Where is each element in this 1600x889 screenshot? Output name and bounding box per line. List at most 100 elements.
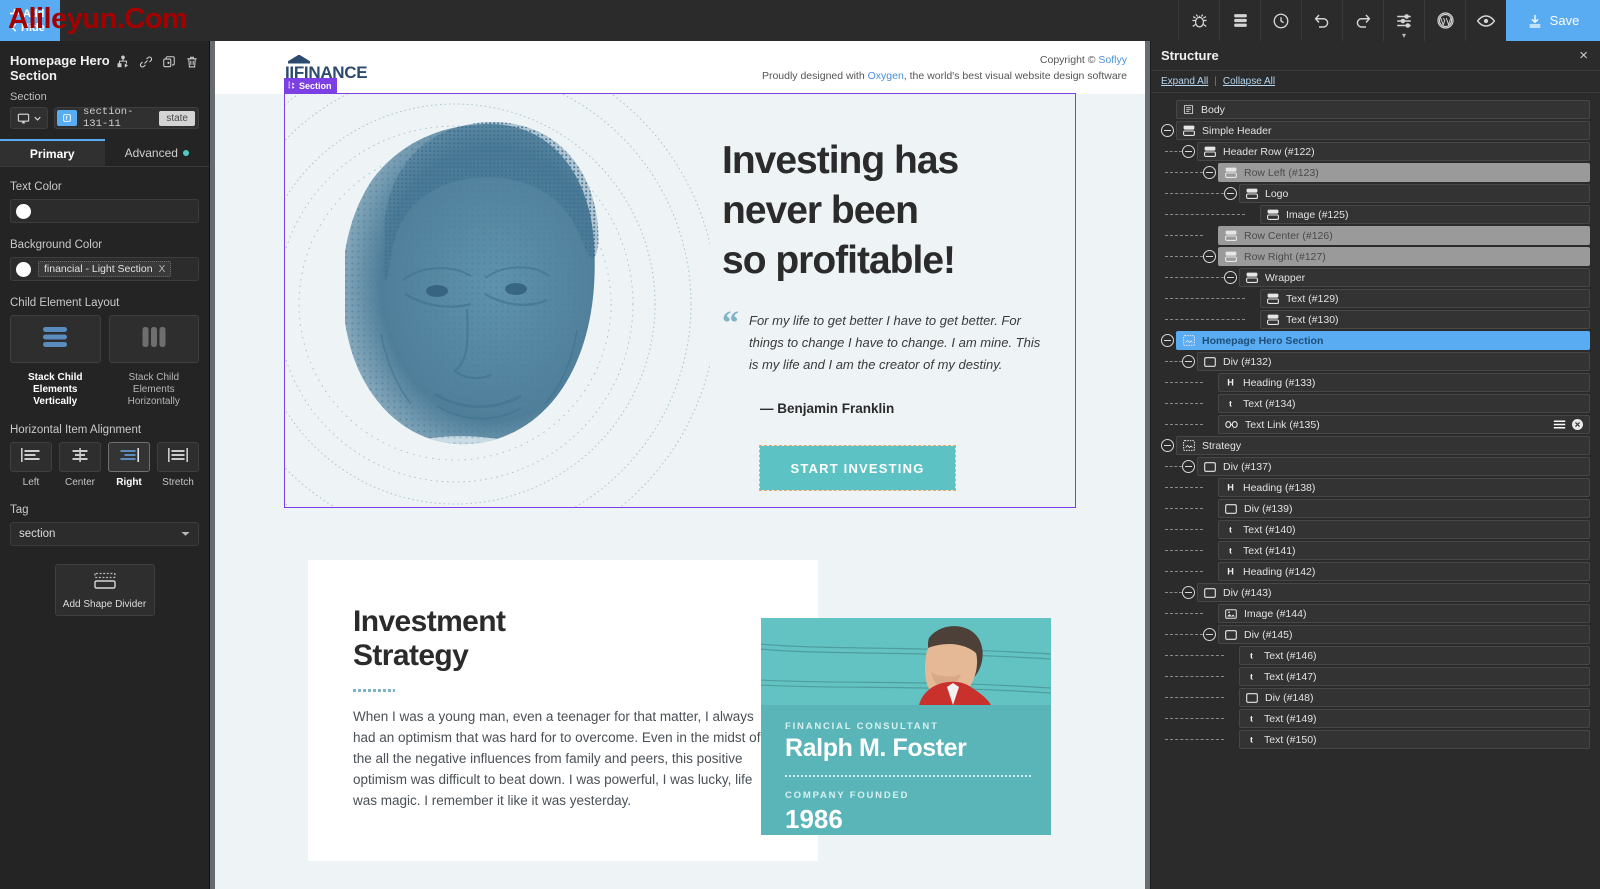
structure-tree-row[interactable]: Div (#143) [1161, 582, 1590, 603]
close-icon[interactable] [1572, 419, 1583, 430]
structure-tree-row[interactable]: Wrapper [1161, 267, 1590, 288]
structure-icon[interactable] [1219, 0, 1260, 41]
sitemap-icon[interactable] [116, 55, 130, 74]
structure-tree-row[interactable]: H Heading (#142) [1161, 561, 1590, 582]
structure-tree-item[interactable]: Strategy [1176, 436, 1590, 455]
structure-tree-item[interactable]: t Text (#147) [1239, 667, 1590, 686]
align-right-button[interactable] [108, 442, 150, 472]
tag-select[interactable]: section [10, 522, 199, 546]
align-stretch-button[interactable] [157, 442, 199, 472]
start-investing-button[interactable]: START INVESTING [759, 445, 956, 491]
structure-tree-item[interactable]: Homepage Hero Section [1176, 331, 1590, 350]
structure-tree-row[interactable]: Text (#130) [1161, 309, 1590, 330]
structure-tree-item[interactable]: Div (#148) [1239, 688, 1590, 707]
tab-advanced[interactable]: Advanced [104, 139, 209, 166]
structure-tree-item[interactable]: t Text (#141) [1218, 541, 1590, 560]
collapse-all-link[interactable]: Collapse All [1223, 76, 1275, 87]
remove-token-icon[interactable]: X [159, 264, 166, 275]
structure-tree-row[interactable]: Image (#144) [1161, 603, 1590, 624]
structure-tree-item[interactable]: t Text (#140) [1218, 520, 1590, 539]
stack-vertical-button[interactable] [10, 315, 101, 363]
structure-tree-row[interactable]: t Text (#147) [1161, 666, 1590, 687]
structure-tree-row[interactable]: Div (#148) [1161, 687, 1590, 708]
structure-tree-row[interactable]: Header Row (#122) [1161, 141, 1590, 162]
structure-tree-row[interactable]: t Text (#134) [1161, 393, 1590, 414]
oxygen-link[interactable]: Oxygen [868, 70, 904, 82]
structure-tree-row[interactable]: Strategy [1161, 435, 1590, 456]
structure-tree-item[interactable]: t Text (#134) [1218, 394, 1590, 413]
element-id-field[interactable]: section-131-11 state [54, 106, 199, 130]
collapse-toggle-icon[interactable] [1203, 166, 1216, 179]
structure-tree-item[interactable]: Div (#132) [1197, 352, 1590, 371]
structure-tree-row[interactable]: Text Link (#135) [1161, 414, 1590, 435]
collapse-toggle-icon[interactable] [1203, 628, 1216, 641]
sliders-icon[interactable]: ▾ [1383, 0, 1424, 41]
collapse-toggle-icon[interactable] [1224, 187, 1237, 200]
structure-tree-row[interactable]: Image (#125) [1161, 204, 1590, 225]
structure-tree-item[interactable]: t Text (#150) [1239, 730, 1590, 749]
text-color-swatch[interactable] [16, 203, 31, 219]
structure-tree-row[interactable]: t Text (#140) [1161, 519, 1590, 540]
chevron-down-icon[interactable]: ▾ [1402, 32, 1406, 40]
structure-tree-row[interactable]: Row Right (#127) [1161, 246, 1590, 267]
background-color-swatch[interactable] [16, 261, 31, 277]
site-logo[interactable]: IIFINANCE [285, 54, 368, 81]
structure-tree[interactable]: Body Simple Header Header Row (#122) Row Le… [1151, 93, 1600, 750]
add-button[interactable]: Add [10, 7, 60, 21]
structure-tree-item[interactable]: Row Right (#127) [1218, 247, 1590, 266]
structure-tree-row[interactable]: t Text (#149) [1161, 708, 1590, 729]
structure-tree-item[interactable]: H Heading (#138) [1218, 478, 1590, 497]
structure-tree-item[interactable]: Image (#125) [1260, 205, 1590, 224]
add-hide-group[interactable]: Add Hide [0, 0, 60, 41]
redo-icon[interactable] [1342, 0, 1383, 41]
structure-tree-item[interactable]: Div (#139) [1218, 499, 1590, 518]
structure-tree-row[interactable]: Div (#145) [1161, 624, 1590, 645]
structure-tree-row[interactable]: Body [1161, 99, 1590, 120]
structure-tree-item[interactable]: Text (#130) [1260, 310, 1590, 329]
clock-icon[interactable] [1260, 0, 1301, 41]
page-canvas[interactable]: IIFINANCE Copyright © Soflyy Proudly des… [215, 41, 1145, 889]
canvas-viewport[interactable]: IIFINANCE Copyright © Soflyy Proudly des… [210, 41, 1150, 889]
structure-tree-row[interactable]: Text (#129) [1161, 288, 1590, 309]
wordpress-icon[interactable] [1424, 0, 1465, 41]
structure-tree-item[interactable]: H Heading (#133) [1218, 373, 1590, 392]
stack-horizontal-button[interactable] [108, 315, 199, 363]
save-button[interactable]: Save [1506, 0, 1600, 41]
structure-tree-item[interactable]: t Text (#146) [1239, 646, 1590, 665]
tab-primary[interactable]: Primary [0, 139, 105, 166]
structure-tree-item[interactable]: Logo [1239, 184, 1590, 203]
menu-icon[interactable] [1553, 420, 1566, 429]
structure-tree-item[interactable]: Div (#137) [1197, 457, 1590, 476]
add-shape-divider-button[interactable]: Add Shape Divider [54, 564, 155, 616]
structure-tree-row[interactable]: Div (#137) [1161, 456, 1590, 477]
collapse-toggle-icon[interactable] [1203, 250, 1216, 263]
structure-tree-item[interactable]: Image (#144) [1218, 604, 1590, 623]
collapse-toggle-icon[interactable] [1182, 145, 1195, 158]
undo-icon[interactable] [1301, 0, 1342, 41]
structure-tree-item[interactable]: Row Center (#126) [1218, 226, 1590, 245]
close-icon[interactable]: × [1579, 48, 1588, 63]
structure-tree-item[interactable]: Header Row (#122) [1197, 142, 1590, 161]
structure-tree-item[interactable]: Row Left (#123) [1218, 163, 1590, 182]
eye-icon[interactable] [1465, 0, 1506, 41]
align-left-button[interactable] [10, 442, 52, 472]
structure-tree-row[interactable]: t Text (#150) [1161, 729, 1590, 750]
device-selector[interactable] [10, 107, 48, 129]
structure-tree-row[interactable]: Div (#132) [1161, 351, 1590, 372]
structure-tree-item[interactable]: Text (#129) [1260, 289, 1590, 308]
structure-tree-row[interactable]: Simple Header [1161, 120, 1590, 141]
bug-icon[interactable] [1178, 0, 1219, 41]
copyright-link[interactable]: Soflyy [1098, 54, 1127, 66]
trash-icon[interactable] [185, 55, 199, 74]
structure-tree-item[interactable]: Wrapper [1239, 268, 1590, 287]
collapse-toggle-icon[interactable] [1161, 124, 1174, 137]
structure-tree-row[interactable]: Row Center (#126) [1161, 225, 1590, 246]
structure-tree-row[interactable]: t Text (#141) [1161, 540, 1590, 561]
background-color-token[interactable]: financial - Light Section X [38, 261, 172, 277]
collapse-toggle-icon[interactable] [1161, 334, 1174, 347]
align-center-button[interactable] [59, 442, 101, 472]
text-color-field[interactable] [10, 199, 199, 223]
structure-tree-item[interactable]: Div (#143) [1197, 583, 1590, 602]
structure-tree-item[interactable]: Div (#145) [1218, 625, 1590, 644]
structure-tree-row[interactable]: H Heading (#133) [1161, 372, 1590, 393]
